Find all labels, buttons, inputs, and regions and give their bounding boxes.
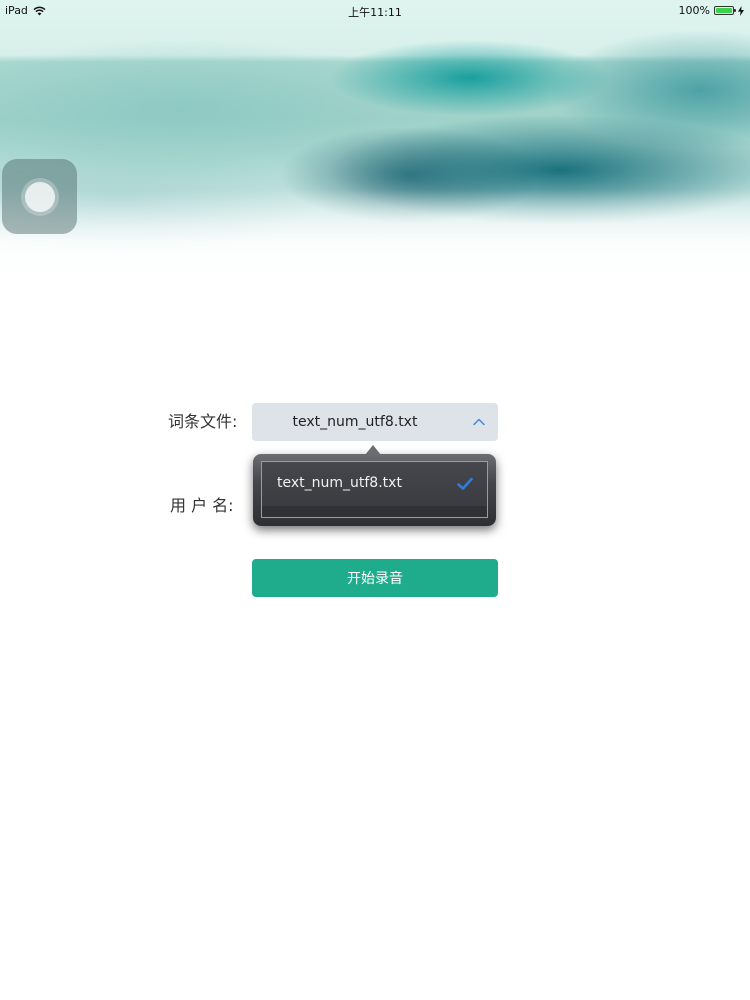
status-time: 上午11:11 [348, 6, 402, 19]
charging-bolt-icon [738, 5, 744, 16]
battery-icon [714, 6, 736, 15]
file-select[interactable]: text_num_utf8.txt [252, 403, 498, 441]
popover-list: text_num_utf8.txt [261, 461, 488, 518]
file-label: 词条文件: [168, 412, 238, 431]
username-label: 用 户 名: [170, 496, 234, 515]
status-right: 100% [679, 4, 744, 17]
status-bar: iPad 上午11:11 100% [0, 0, 750, 22]
assistive-touch-dot [24, 181, 55, 212]
assistive-touch-button[interactable] [2, 159, 77, 234]
battery-percentage: 100% [678, 4, 710, 17]
header-fade [0, 190, 750, 300]
battery-level [716, 8, 732, 13]
popover-empty-row [262, 506, 487, 517]
start-recording-button[interactable]: 开始录音 [252, 559, 498, 597]
file-select-value: text_num_utf8.txt [292, 414, 418, 430]
popover-arrow [365, 445, 381, 455]
assistive-touch-icon [20, 177, 59, 216]
chevron-up-icon [473, 418, 485, 426]
checkmark-icon [457, 477, 473, 490]
file-picker-popover: text_num_utf8.txt [253, 454, 496, 526]
popover-option-text-num-utf8[interactable]: text_num_utf8.txt [262, 462, 487, 506]
popover-option-label: text_num_utf8.txt [277, 475, 402, 491]
